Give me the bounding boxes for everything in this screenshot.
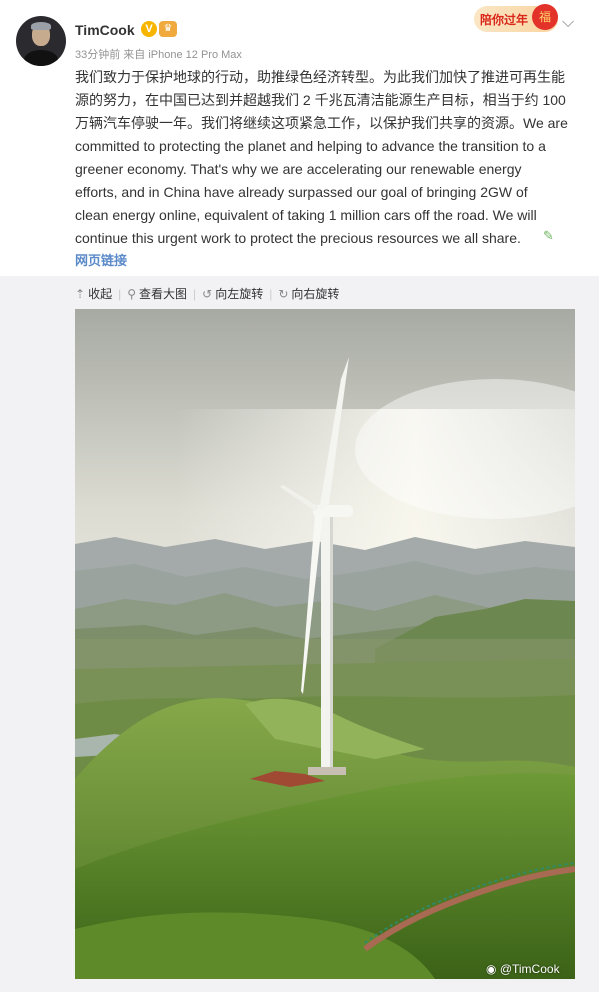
- rotate-right-icon: ↻: [278, 287, 289, 301]
- post-meta: 33分钟前 来自 iPhone 12 Pro Max: [75, 49, 242, 61]
- post-text-line: efforts, and in China have already surpa…: [75, 184, 528, 200]
- rotate-right-button[interactable]: ↻ 向右旋转: [278, 285, 339, 302]
- badge-text: 陪你过年: [480, 13, 529, 27]
- post-image[interactable]: [75, 309, 575, 979]
- view-large-label: 查看大图: [139, 287, 188, 301]
- rotate-left-button[interactable]: ↺ 向左旋转: [202, 285, 263, 302]
- search-icon: ⚲: [127, 287, 136, 301]
- post-text-line: 我们致力于保护地球的行动，助推绿色经济转型。为此我们加快了推进可再生能: [75, 69, 565, 85]
- watermark: ◉ @TimCook: [486, 962, 560, 976]
- image-actions: ⇡ 收起 | ⚲ 查看大图 | ↺ 向左旋转 | ↻ 向右旋转: [75, 285, 339, 302]
- chevron-down-icon[interactable]: ⌵: [562, 14, 574, 32]
- rotate-right-label: 向右旋转: [291, 287, 340, 301]
- wind-turbine-photo: [75, 309, 575, 979]
- post-text: 我们致力于保护地球的行动，助推绿色经济转型。为此我们加快了推进可再生能 源的努力…: [75, 66, 575, 250]
- collapse-icon: ⇡: [75, 287, 86, 301]
- rotate-left-label: 向左旋转: [215, 287, 264, 301]
- avatar-hair: [31, 22, 51, 30]
- collapse-label: 收起: [88, 287, 113, 301]
- post-text-line: greener economy. That's why we are accel…: [75, 161, 522, 177]
- festival-badge[interactable]: 陪你过年 福: [474, 4, 558, 32]
- post-text-line: 源的努力，在中国已达到并超越我们 2 千兆瓦清洁能源生产目标，相当于约 100: [75, 92, 566, 108]
- post-text-line: committed to protecting the planet and h…: [75, 138, 546, 154]
- member-icon[interactable]: ♛: [159, 21, 177, 37]
- divider: |: [193, 287, 197, 301]
- avatar-shirt: [24, 50, 58, 66]
- post-text-line: clean energy online, equivalent of takin…: [75, 207, 537, 223]
- author-name[interactable]: TimCook: [75, 22, 135, 38]
- divider: |: [269, 287, 273, 301]
- edit-icon[interactable]: ✎: [543, 228, 554, 244]
- lantern-icon: 福: [532, 4, 558, 30]
- post-text-line: 万辆汽车停驶一年。我们将继续这项紧急工作，以保护我们共享的资源。We are: [75, 115, 568, 131]
- web-link[interactable]: 网页链接: [75, 250, 127, 269]
- watermark-text: @TimCook: [499, 962, 560, 976]
- weibo-icon: ◉: [486, 962, 497, 976]
- view-large-button[interactable]: ⚲ 查看大图: [127, 285, 187, 302]
- divider: |: [118, 287, 122, 301]
- rotate-left-icon: ↺: [202, 287, 213, 301]
- collapse-button[interactable]: ⇡ 收起: [75, 285, 112, 302]
- post-text-line: continue this urgent work to protect the…: [75, 230, 521, 246]
- verified-icon: V: [141, 21, 157, 37]
- avatar[interactable]: [16, 16, 66, 66]
